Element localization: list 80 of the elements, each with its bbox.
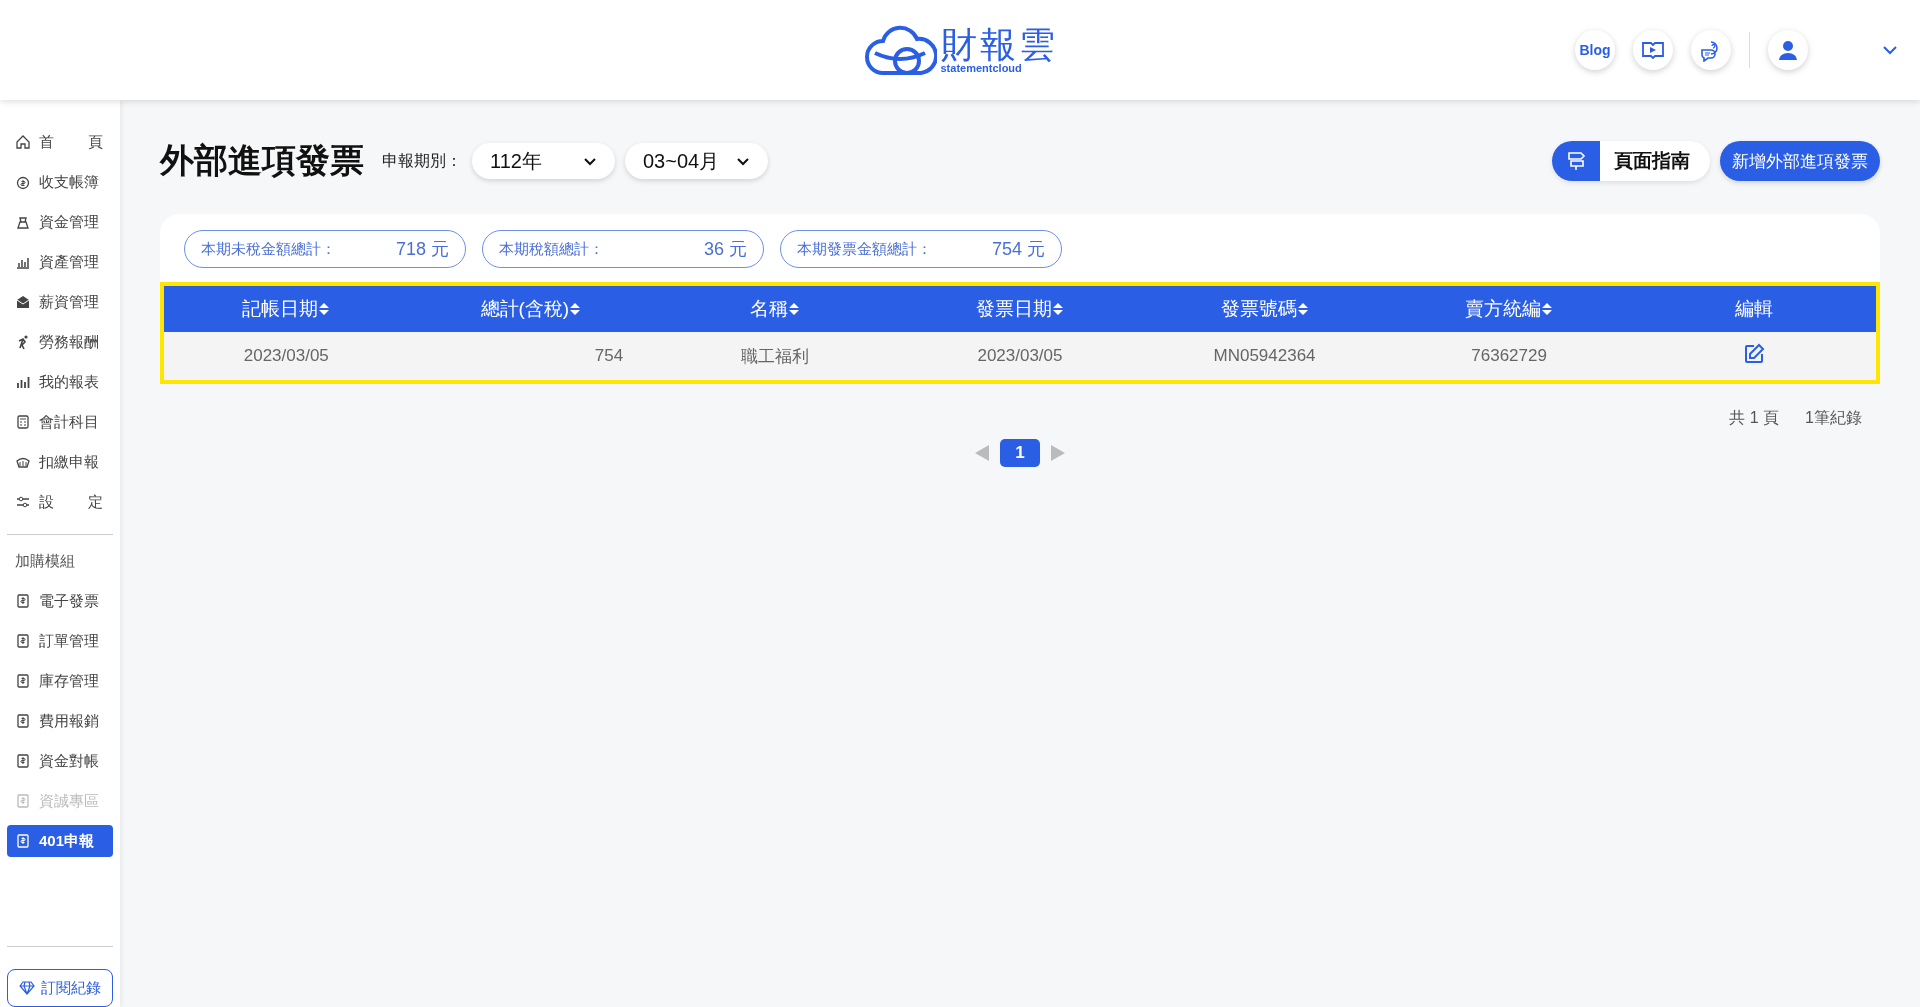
logo-subtitle: statementcloud [940, 62, 1022, 74]
coin-icon [15, 174, 31, 190]
sort-icon[interactable] [1296, 302, 1309, 316]
sort-icon[interactable] [569, 302, 582, 316]
sidebar-item[interactable]: 勞務報酬 [7, 326, 113, 358]
diamond-icon [19, 981, 35, 995]
sidebar-item[interactable]: 資金管理 [7, 206, 113, 238]
table-cell: MN05942364 [1213, 346, 1316, 365]
money-bag-icon [15, 214, 31, 230]
document-icon [15, 593, 31, 609]
table-cell: 2023/03/05 [243, 346, 329, 365]
sidebar-item[interactable]: 401申報 [7, 825, 113, 857]
sidebar-item[interactable]: 庫存管理 [7, 665, 113, 697]
sidebar-item[interactable]: 資金對帳 [7, 745, 113, 777]
home-icon [15, 134, 31, 150]
sidebar-item[interactable]: 設 定 [7, 486, 113, 518]
document-icon [15, 753, 31, 769]
sidebar-item[interactable]: 訂單管理 [7, 625, 113, 657]
help-chat-button[interactable] [1691, 30, 1731, 70]
bar-chart-icon [15, 374, 31, 390]
summary-value: 718 元 [395, 238, 449, 261]
sort-icon[interactable] [788, 302, 801, 316]
column-header[interactable]: 發票號碼 [1142, 286, 1387, 332]
document-icon [15, 633, 31, 649]
sort-icon[interactable] [318, 302, 331, 316]
sidebar-item[interactable]: 會計科目 [7, 406, 113, 438]
user-avatar-button[interactable] [1768, 30, 1808, 70]
summary-value: 36 元 [703, 238, 747, 261]
column-header: 編輯 [1631, 286, 1876, 332]
section-heading: 加購模組 [14, 550, 76, 571]
add-invoice-button[interactable]: 新增外部進項發票 [1720, 141, 1880, 181]
table-cell: 職工福利 [741, 346, 810, 366]
column-header[interactable]: 賣方統編 [1386, 286, 1632, 332]
cloud-logo-icon [862, 23, 937, 77]
sidebar-item[interactable]: 電子發票 [7, 585, 113, 617]
sidebar-item[interactable]: 收支帳簿 [7, 166, 113, 198]
chevron-down-icon[interactable] [1882, 45, 1898, 55]
sidebar-item[interactable]: 資產管理 [7, 246, 113, 278]
column-header[interactable]: 發票日期 [897, 286, 1143, 332]
page-guide-button[interactable]: 頁面指南 [1552, 141, 1710, 181]
subscription-button[interactable]: 訂閱紀錄 [7, 969, 113, 1007]
column-header[interactable]: 總計(含稅) [408, 286, 654, 332]
period-dropdown[interactable]: 03~04月 [625, 143, 768, 179]
document-icon [15, 713, 31, 729]
summary-value: 754 元 [991, 238, 1045, 261]
sort-icon[interactable] [1541, 302, 1554, 316]
sidebar-item[interactable]: 扣繳申報 [7, 446, 113, 478]
summary-label: 本期未稅金額總計： [201, 239, 336, 259]
logo-title: 財報雲 [940, 26, 1058, 63]
signpost-icon [1566, 150, 1586, 172]
calculator-icon [15, 414, 31, 430]
document-icon [15, 673, 31, 689]
blog-button[interactable]: Blog [1575, 30, 1615, 70]
sidebar-item[interactable]: 首 頁 [7, 126, 113, 158]
page-button[interactable]: 1 [1000, 439, 1040, 467]
period-dropdown[interactable]: 112年 [472, 143, 615, 179]
page-count: 共 1 頁 [1729, 408, 1780, 428]
document-icon [15, 793, 31, 809]
sort-icon[interactable] [1051, 302, 1064, 316]
column-header[interactable]: 記帳日期 [164, 286, 409, 332]
video-tutorial-button[interactable] [1633, 30, 1673, 70]
video-book-icon [1641, 40, 1665, 60]
summary-label: 本期稅額總計： [499, 239, 604, 259]
chevron-down-icon [583, 156, 597, 166]
column-header[interactable]: 名稱 [653, 286, 898, 332]
summary-label: 本期發票金額總計： [797, 239, 932, 259]
chevron-down-icon [736, 156, 750, 166]
document-icon [15, 833, 31, 849]
table-cell: 2023/03/05 [977, 346, 1063, 365]
page-title: 外部進項發票 [160, 140, 364, 181]
user-icon [1777, 39, 1799, 61]
sidebar-item[interactable]: 費用報銷 [7, 705, 113, 737]
sidebar-item[interactable]: 薪資管理 [7, 286, 113, 318]
table-cell: 76362729 [1471, 346, 1547, 365]
envelope-icon [15, 294, 31, 310]
sliders-icon [15, 494, 31, 510]
period-label: 申報期別： [382, 150, 462, 171]
sidebar-item[interactable]: 我的報表 [7, 366, 113, 398]
record-count: 1筆紀錄 [1805, 408, 1862, 428]
table-cell: 754 [594, 346, 624, 365]
